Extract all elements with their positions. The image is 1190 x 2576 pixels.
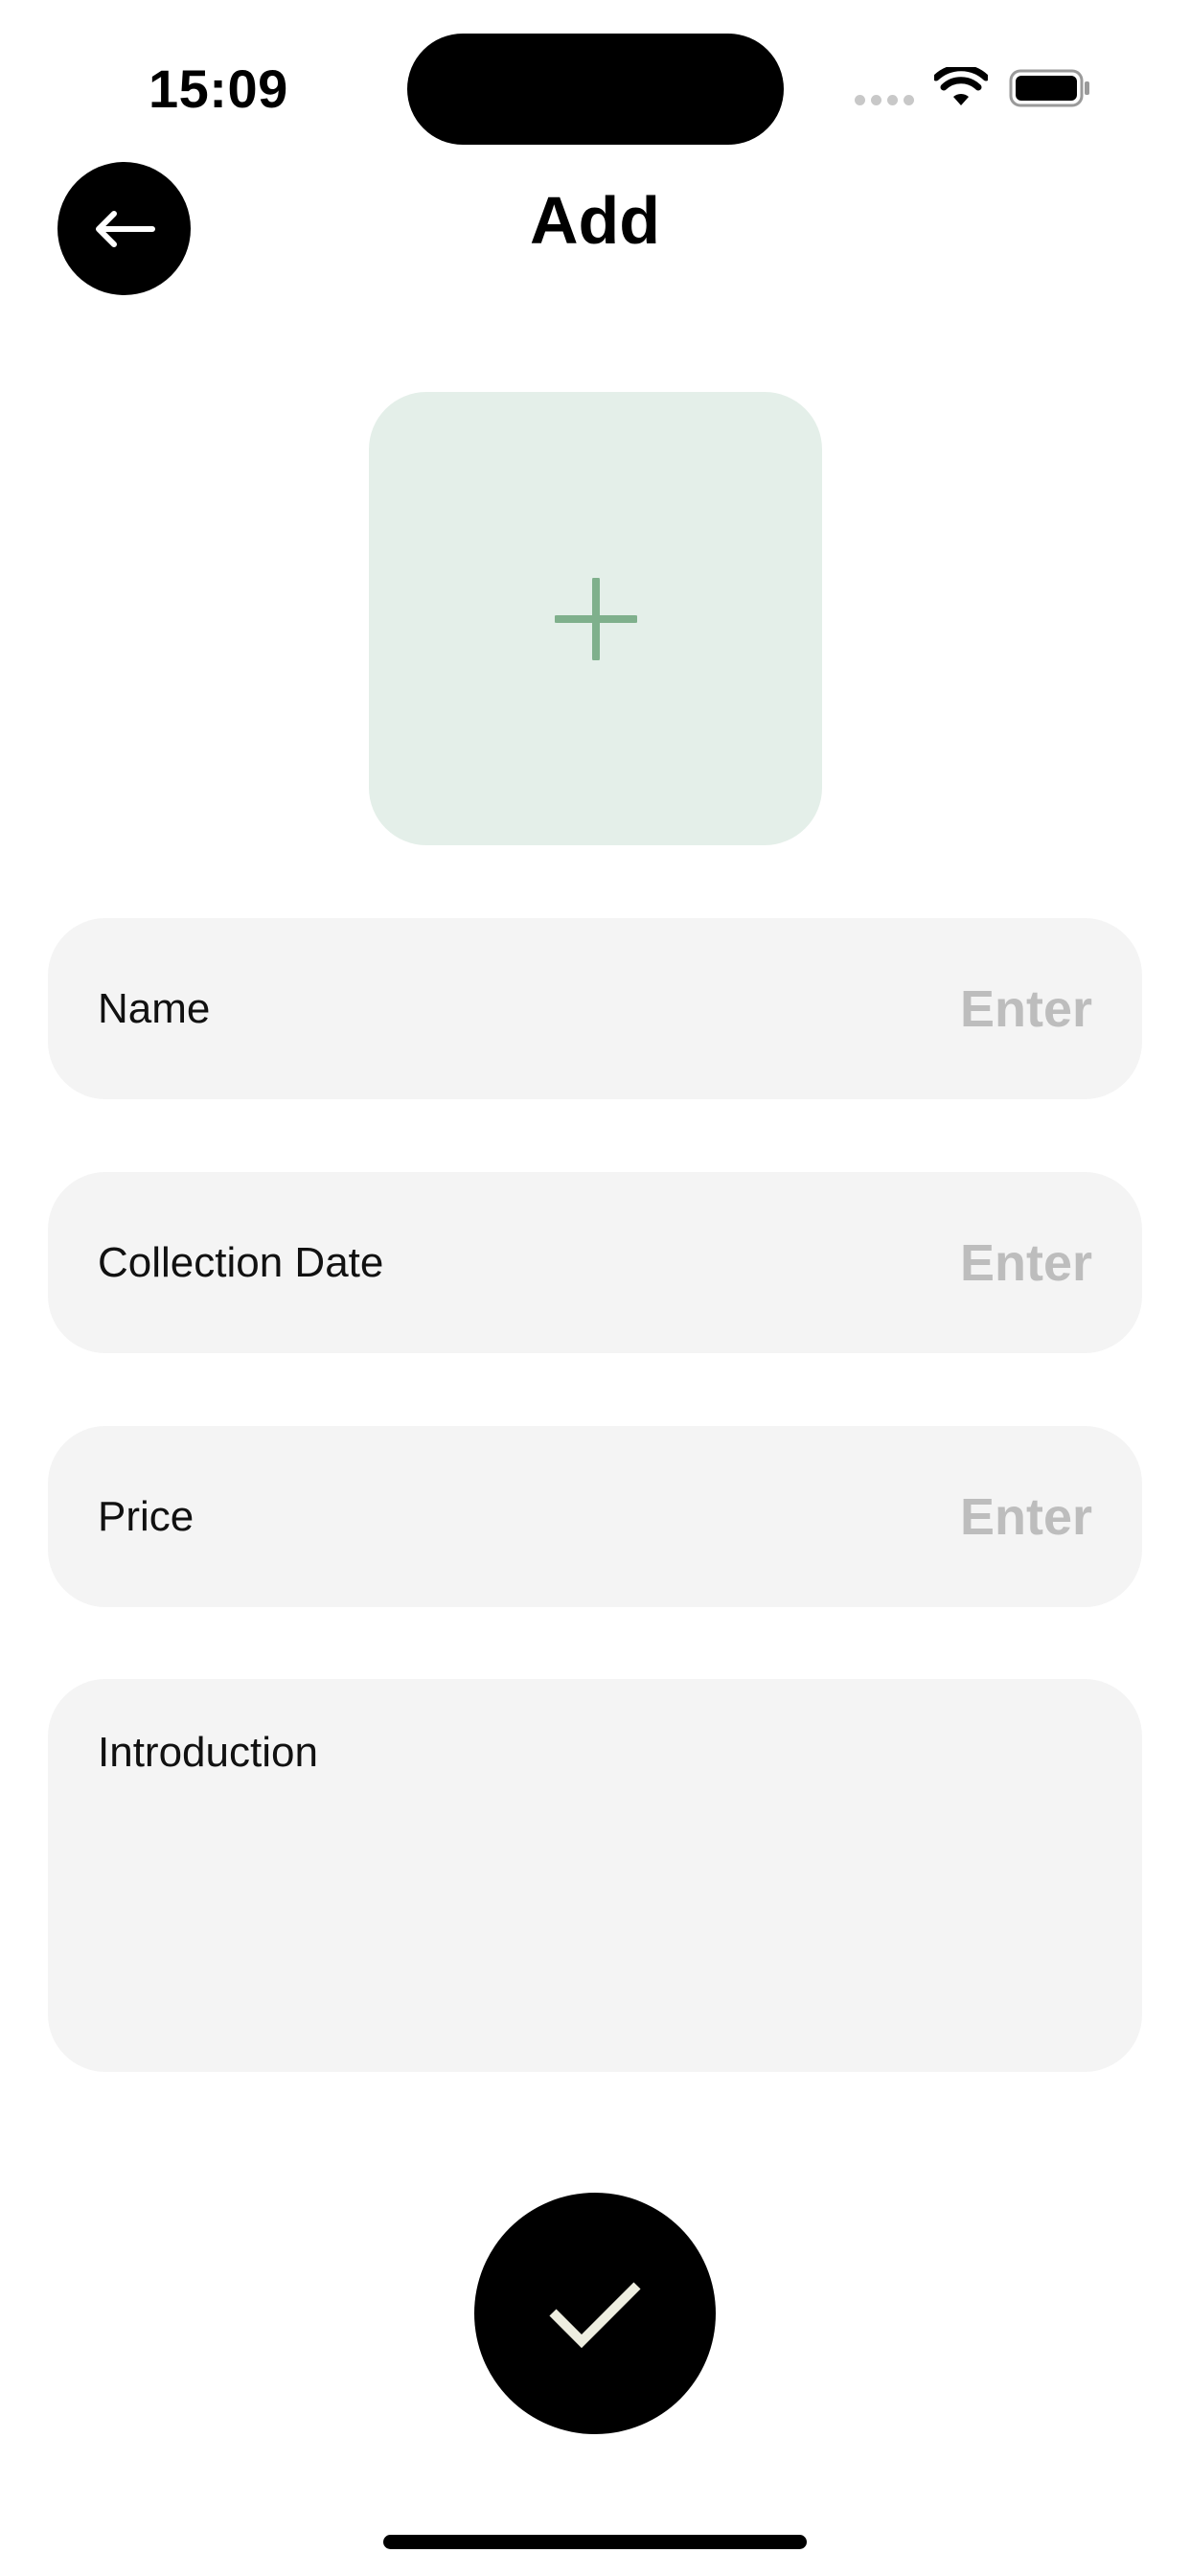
price-field-row: Price	[48, 1426, 1142, 1607]
introduction-field: Introduction	[48, 1679, 1142, 2072]
home-indicator[interactable]	[383, 2535, 807, 2549]
name-label: Name	[98, 984, 211, 1032]
collection-date-input[interactable]	[690, 1232, 1092, 1293]
price-label: Price	[98, 1492, 195, 1540]
confirm-button[interactable]	[474, 2193, 716, 2434]
collection-date-label: Collection Date	[98, 1238, 384, 1286]
add-screen: 15:09 Add Name Collection Date	[0, 0, 1190, 2576]
wifi-icon	[934, 67, 988, 105]
introduction-textarea[interactable]	[98, 1806, 1092, 2045]
add-photo-button[interactable]	[369, 392, 822, 845]
introduction-label: Introduction	[98, 1729, 318, 1776]
page-title: Add	[529, 183, 661, 258]
dynamic-island	[407, 34, 784, 145]
price-input[interactable]	[690, 1486, 1092, 1547]
cellular-signal-icon	[855, 95, 914, 106]
name-input[interactable]	[690, 978, 1092, 1039]
plus-icon	[554, 577, 637, 660]
collection-date-field-row: Collection Date	[48, 1172, 1142, 1353]
status-time: 15:09	[149, 58, 288, 119]
battery-icon	[1009, 69, 1089, 107]
checkmark-icon	[549, 2282, 641, 2349]
name-field-row: Name	[48, 918, 1142, 1099]
